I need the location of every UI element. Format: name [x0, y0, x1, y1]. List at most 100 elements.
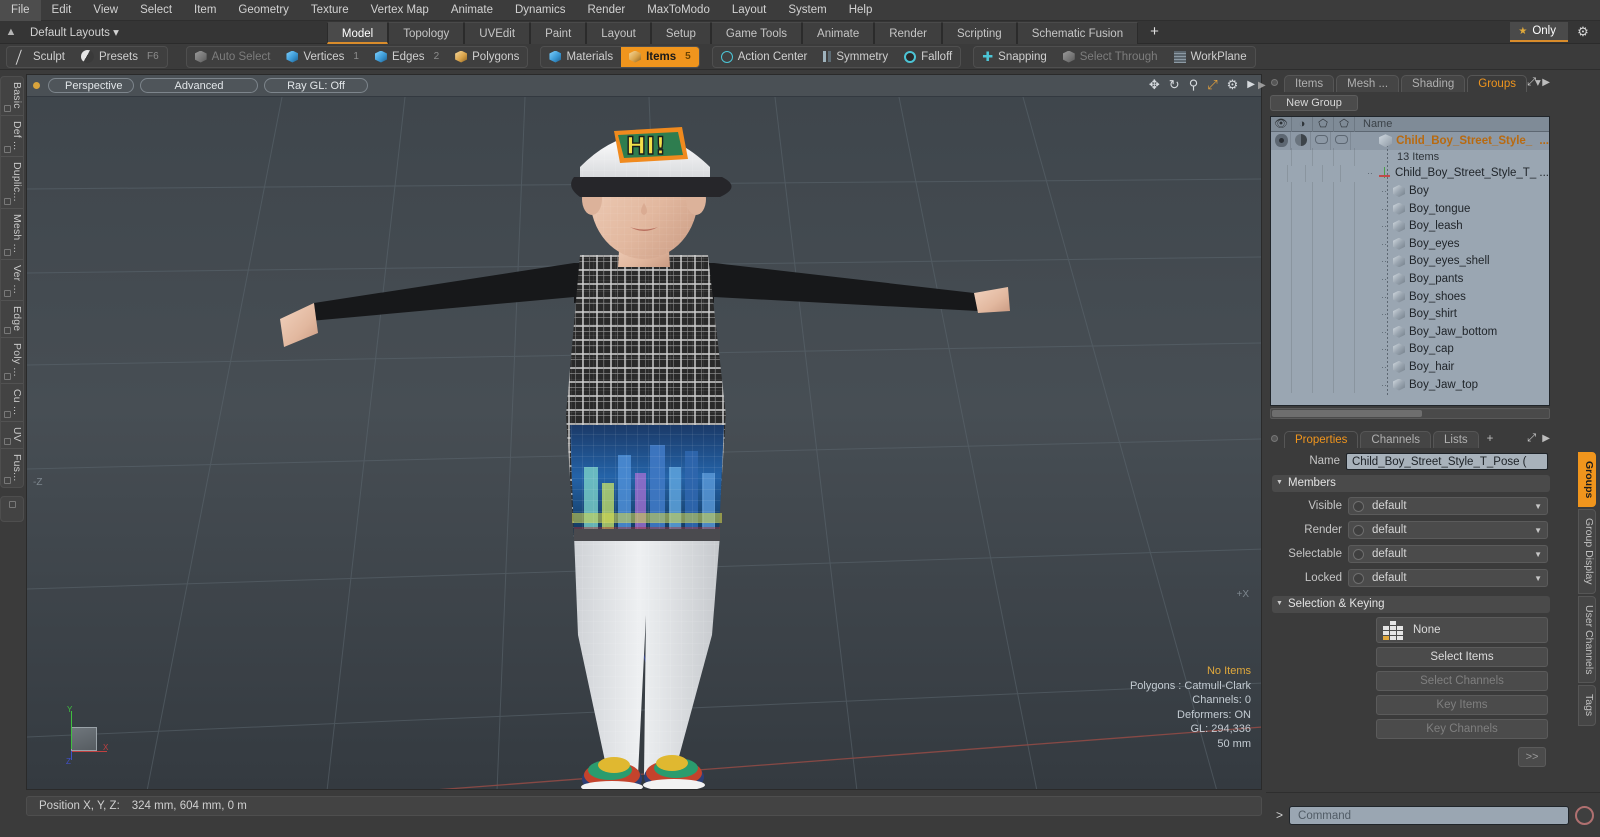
panel-dot-icon[interactable] [1271, 79, 1278, 86]
default-layouts-dropdown[interactable]: Default Layouts ▾ [22, 25, 127, 39]
snapping-button[interactable]: ✚ Snapping [974, 47, 1055, 67]
items-button[interactable]: Items 5 [621, 46, 699, 67]
table-row[interactable]: ·· Boy_tongue [1271, 199, 1549, 218]
left-tab-uv[interactable]: UV [1, 422, 23, 449]
workplane-button[interactable]: WorkPlane [1166, 47, 1255, 67]
sculpt-button[interactable]: ╱ Sculpt [7, 47, 73, 67]
rotate-icon[interactable]: ↻ [1169, 78, 1180, 92]
vtab-groups[interactable]: Groups [1578, 452, 1596, 508]
viewport-active-dot[interactable] [33, 82, 40, 89]
new-group-button[interactable]: New Group [1270, 95, 1358, 111]
auto-select-button[interactable]: Auto Select [187, 47, 279, 67]
menu-item-dynamics[interactable]: Dynamics [504, 0, 576, 21]
chevron-right-icon[interactable]: ▶ [1247, 78, 1255, 92]
tab-mesh[interactable]: Mesh ... [1336, 75, 1400, 92]
gear-icon[interactable]: ⚙ [1570, 24, 1596, 40]
left-tab-mesh[interactable]: Mesh ... [1, 209, 23, 260]
falloff-button[interactable]: Falloff [896, 47, 960, 67]
table-row[interactable]: ·· Boy_eyes [1271, 234, 1549, 253]
tab-render[interactable]: Render [874, 21, 942, 44]
select-toggle-icon[interactable] [1335, 135, 1349, 144]
knob-icon[interactable] [1353, 524, 1364, 536]
members-section-header[interactable]: Members [1272, 475, 1550, 492]
action-center-button[interactable]: Action Center [713, 47, 816, 67]
menu-item-geometry[interactable]: Geometry [227, 0, 300, 21]
table-row[interactable]: ·· Boy_shirt [1271, 305, 1549, 323]
menu-item-system[interactable]: System [777, 0, 837, 21]
menu-item-edit[interactable]: Edit [41, 0, 83, 21]
header-shading-icon[interactable]: ◑ [1292, 117, 1313, 132]
key-channels-button[interactable]: Key Channels [1376, 719, 1548, 739]
row-shading-cell[interactable] [1291, 132, 1312, 150]
left-tab-fusion[interactable]: Fus... [1, 449, 23, 487]
knob-icon[interactable] [1353, 548, 1364, 560]
table-row[interactable]: ·· Boy [1271, 182, 1549, 200]
add-properties-tab[interactable]: + [1481, 431, 1500, 448]
vertices-button[interactable]: Vertices 1 [278, 47, 366, 67]
record-icon[interactable] [1575, 805, 1594, 825]
menu-item-select[interactable]: Select [129, 0, 183, 21]
gear-icon[interactable]: ⚙ [1227, 78, 1239, 92]
row-select-cell[interactable] [1331, 132, 1352, 150]
knob-icon[interactable] [1353, 572, 1364, 584]
tab-schematic-fusion[interactable]: Schematic Fusion [1016, 21, 1139, 44]
key-items-button[interactable]: Key Items [1376, 695, 1548, 715]
render-toggle-icon[interactable] [1315, 135, 1329, 144]
locked-dropdown[interactable]: default ▼ [1348, 569, 1548, 587]
horizontal-scrollbar[interactable] [1270, 408, 1550, 419]
expand-icon[interactable]: ⤢ [1527, 432, 1536, 445]
select-channels-button[interactable]: Select Channels [1376, 671, 1548, 691]
table-row[interactable]: ·· Boy_shoes [1271, 287, 1549, 306]
more-options-button[interactable]: >> [1518, 747, 1546, 767]
table-row[interactable]: ·· Boy_pants [1271, 270, 1549, 288]
materials-button[interactable]: Materials [541, 47, 621, 67]
tab-scripting[interactable]: Scripting [941, 21, 1017, 44]
table-row[interactable]: ·· Child_Boy_Street_Style_T_ ... [1271, 164, 1549, 183]
vtab-group-display[interactable]: Group Display [1578, 509, 1596, 594]
only-toggle-button[interactable]: ★ Only [1510, 22, 1568, 42]
tab-groups[interactable]: Groups [1467, 75, 1527, 92]
fit-icon[interactable]: ⤢ [1207, 78, 1217, 92]
tab-layout[interactable]: Layout [586, 21, 651, 44]
table-row[interactable]: ·· Boy_hair [1271, 358, 1549, 376]
knob-icon[interactable] [1353, 500, 1364, 512]
polygons-button[interactable]: Polygons [447, 47, 527, 67]
expand-icon[interactable]: ⤢ [1527, 76, 1536, 89]
left-tab-polygon[interactable]: Poly ... [1, 338, 23, 384]
row-visibility-cell[interactable] [1271, 132, 1292, 150]
selectable-dropdown[interactable]: default ▼ [1348, 545, 1548, 563]
panel-menu-arrow-icon[interactable]: ▶ [1542, 77, 1550, 88]
tab-topology[interactable]: Topology [388, 21, 465, 44]
tab-channels[interactable]: Channels [1360, 431, 1432, 448]
tab-lists[interactable]: Lists [1433, 431, 1479, 448]
groups-item-table[interactable]: 👁 ◑ ⬠ ⬠ Name Child_Boy_Street_Style_ ... [1270, 116, 1550, 406]
left-tab-deform[interactable]: Def ... [1, 116, 23, 158]
left-tab-curve[interactable]: Cu ... [1, 384, 23, 422]
table-row[interactable]: ·· Boy_leash [1271, 217, 1549, 235]
left-tab-vertex[interactable]: Ver ... [1, 260, 23, 301]
table-row[interactable]: ·· Boy_cap [1271, 340, 1549, 359]
command-input[interactable]: Command [1289, 805, 1569, 825]
edges-button[interactable]: Edges 2 [367, 47, 447, 67]
table-row[interactable]: ·· Boy_Jaw_bottom [1271, 322, 1549, 341]
eye-icon[interactable] [1275, 134, 1288, 147]
viewport-canvas[interactable]: -Z +X HI! No Items Polygons: Catmull-Cl… [27, 97, 1261, 789]
tab-setup[interactable]: Setup [650, 21, 711, 44]
left-tool-extra-button[interactable] [0, 496, 24, 523]
table-row-group[interactable]: Child_Boy_Street_Style_ ... [1271, 132, 1549, 150]
table-row[interactable]: ·· Boy_eyes_shell [1271, 252, 1549, 271]
home-icon[interactable]: ▲ [0, 26, 22, 38]
menu-item-animate[interactable]: Animate [440, 0, 504, 21]
name-input[interactable]: Child_Boy_Street_Style_T_Pose ( [1346, 452, 1548, 470]
panel-menu-arrow-icon[interactable]: ▶ [1542, 433, 1550, 444]
menu-item-view[interactable]: View [82, 0, 129, 21]
selection-mode-button[interactable]: None [1376, 617, 1548, 643]
symmetry-button[interactable]: Symmetry [815, 47, 896, 67]
left-tab-duplicate[interactable]: Duplic... [1, 157, 23, 209]
menu-item-texture[interactable]: Texture [300, 0, 360, 21]
tab-uvedit[interactable]: UVEdit [464, 21, 531, 44]
visible-dropdown[interactable]: default ▼ [1348, 497, 1548, 515]
tab-model[interactable]: Model [326, 21, 389, 44]
panel-dot-icon[interactable] [1271, 435, 1278, 442]
tab-properties[interactable]: Properties [1284, 431, 1359, 448]
